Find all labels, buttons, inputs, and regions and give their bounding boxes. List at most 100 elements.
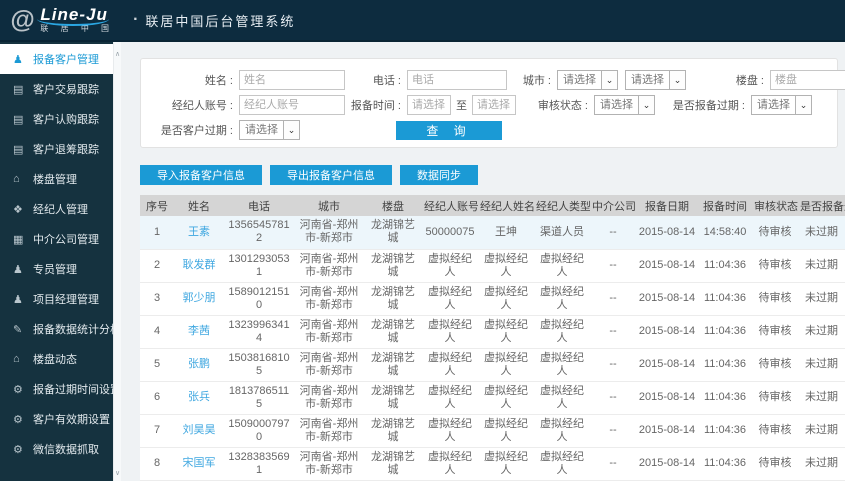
city-select-1[interactable]: 请选择 ⌄ xyxy=(557,70,618,90)
city-select-2[interactable]: 请选择 ⌄ xyxy=(625,70,686,90)
table-cell: 2015-08-14 xyxy=(636,282,698,316)
sidebar-item-2[interactable]: ▤ 客户交易跟踪 xyxy=(0,74,113,104)
import-report-customers-button[interactable]: 导入报备客户信息 xyxy=(140,165,262,185)
sidebar-item-13[interactable]: ⚙ 客户有效期设置 xyxy=(0,404,113,434)
search-button[interactable]: 查 询 xyxy=(396,120,502,140)
sidebar-item-label: 报备数据统计分析 xyxy=(33,324,121,336)
name-input[interactable] xyxy=(239,70,345,90)
sidebar-item-7[interactable]: ▦ 中介公司管理 xyxy=(0,224,113,254)
agent-account-label: 经纪人账号 : xyxy=(171,100,233,112)
sidebar-item-label: 客户认购跟踪 xyxy=(33,114,99,126)
cell-name: 李茜 xyxy=(174,315,224,349)
table-cell: 虚拟经纪人 xyxy=(534,447,590,481)
sidebar-item-3[interactable]: ▤ 客户认购跟踪 xyxy=(0,104,113,134)
sidebar-item-label: 经纪人管理 xyxy=(33,204,88,216)
table-cell: 待审核 xyxy=(752,381,798,415)
sidebar-item-5[interactable]: ⌂ 楼盘管理 xyxy=(0,164,113,194)
sidebar-item-1[interactable]: ♟ 报备客户管理 xyxy=(0,44,113,74)
table-cell: 未过期 xyxy=(798,216,845,250)
sidebar-item-6[interactable]: ❖ 经纪人管理 xyxy=(0,194,113,224)
phone-input[interactable] xyxy=(407,70,507,90)
chevron-down-icon: ⌄ xyxy=(638,96,654,114)
customer-name-link[interactable]: 李茜 xyxy=(188,325,210,337)
report-time-from-input[interactable] xyxy=(407,95,451,115)
sidebar-item-11[interactable]: ⌂ 楼盘动态 xyxy=(0,344,113,374)
sidebar-item-label: 报备过期时间设置 xyxy=(33,384,121,396)
search-row-1: 姓名 : 电话 : 城市 : 请选择 ⌄ 请选择 ⌄ 楼盘 : xyxy=(151,69,845,91)
table-cell: 虚拟经纪人 xyxy=(478,447,534,481)
audit-status-select[interactable]: 请选择 ⌄ xyxy=(594,95,655,115)
sidebar-item-label: 报备客户管理 xyxy=(33,54,99,66)
table-cell: 11:04:36 xyxy=(698,381,752,415)
user-icon: ♟ xyxy=(13,53,23,66)
sidebar-item-12[interactable]: ⚙ 报备过期时间设置 xyxy=(0,374,121,404)
city-select-1-value: 请选择 xyxy=(563,74,596,86)
sidebar-item-10[interactable]: ✎ 报备数据统计分析 xyxy=(0,314,121,344)
sidebar-item-label: 客户有效期设置 xyxy=(33,414,110,426)
report-time-label: 报备时间 : xyxy=(350,100,401,112)
sidebar-item-8[interactable]: ♟ 专员管理 xyxy=(0,254,113,284)
search-row-3: 是否客户过期 : 请选择 ⌄ 查 询 xyxy=(151,119,827,141)
table-cell: 待审核 xyxy=(752,315,798,349)
table-cell: 虚拟经纪人 xyxy=(534,381,590,415)
sidebar-scrollbar[interactable]: ∧ ∨ xyxy=(113,42,121,481)
table-cell: 1 xyxy=(140,216,174,250)
customer-expired-value: 请选择 xyxy=(245,124,278,136)
loupan-input[interactable] xyxy=(770,70,845,90)
documents-icon: ▤ xyxy=(13,113,24,126)
customer-expired-select[interactable]: 请选择 ⌄ xyxy=(239,120,300,140)
table-cell: 虚拟经纪人 xyxy=(422,414,478,448)
sidebar-item-label: 微信数据抓取 xyxy=(33,444,99,456)
table-cell: 河南省-郑州市-新郑市 xyxy=(294,381,364,415)
table-cell: 河南省-郑州市-新郑市 xyxy=(294,348,364,382)
audit-status-value: 请选择 xyxy=(600,99,633,111)
customer-name-link[interactable]: 耿发群 xyxy=(183,259,216,271)
customer-name-link[interactable]: 刘昊昊 xyxy=(183,424,216,436)
sidebar-item-label: 项目经理管理 xyxy=(33,294,99,306)
table-cell: 待审核 xyxy=(752,348,798,382)
column-header: 报备日期 xyxy=(636,195,698,216)
table-cell: 13012930531 xyxy=(224,249,294,283)
export-report-customers-button[interactable]: 导出报备客户信息 xyxy=(270,165,392,185)
sidebar-item-14[interactable]: ⚙ 微信数据抓取 xyxy=(0,434,113,464)
table-cell: 11:04:36 xyxy=(698,447,752,481)
table-cell: 龙湖锦艺城 xyxy=(364,249,422,283)
tag-icon: ❖ xyxy=(13,203,23,216)
data-sync-button[interactable]: 数据同步 xyxy=(400,165,478,185)
cell-name: 张鹏 xyxy=(174,348,224,382)
table-cell: 虚拟经纪人 xyxy=(422,447,478,481)
report-expired-label: 是否报备过期 : xyxy=(672,100,745,112)
agent-account-input[interactable] xyxy=(239,95,345,115)
report-time-to-input[interactable] xyxy=(472,95,516,115)
customer-name-link[interactable]: 宋国军 xyxy=(183,457,216,469)
scroll-down-icon[interactable]: ∨ xyxy=(114,469,121,477)
column-header: 电话 xyxy=(224,195,294,216)
table-row: 1 王素 13565457812 河南省-郑州市-新郑市 龙湖锦艺城 50000075 王坤… xyxy=(140,216,845,250)
table-cell: 未过期 xyxy=(798,414,845,448)
chart-icon: ✎ xyxy=(13,323,23,336)
sidebar-menu: ♟ 报备客户管理 ▤ 客户交易跟踪 ▤ 客户认购跟踪 ▤ 客户退筹跟踪 ⌂ 楼盘管理 ❖ 经纪人管理 ▦… xyxy=(0,42,121,481)
table-cell: 未过期 xyxy=(798,381,845,415)
table-cell: 虚拟经纪人 xyxy=(478,315,534,349)
customer-name-link[interactable]: 张兵 xyxy=(188,391,210,403)
customer-name-link[interactable]: 张鹏 xyxy=(188,358,210,370)
table-cell: 7 xyxy=(140,414,174,448)
customer-name-link[interactable]: 郭少朋 xyxy=(183,292,216,304)
table-row: 7 刘昊昊 15090007970 河南省-郑州市-新郑市 龙湖锦艺城 虚拟经纪人 虚拟经纪… xyxy=(140,414,845,448)
scroll-up-icon[interactable]: ∧ xyxy=(114,50,121,58)
table-cell: 未过期 xyxy=(798,348,845,382)
table-cell: -- xyxy=(590,414,636,448)
report-expired-select[interactable]: 请选择 ⌄ xyxy=(751,95,812,115)
sidebar-item-9[interactable]: ♟ 项目经理管理 xyxy=(0,284,113,314)
table-cell: 龙湖锦艺城 xyxy=(364,447,422,481)
sidebar-item-label: 楼盘动态 xyxy=(33,354,77,366)
table-cell: 50000075 xyxy=(422,216,478,250)
column-header: 经纪人姓名 xyxy=(478,195,534,216)
customer-name-link[interactable]: 王素 xyxy=(188,226,210,238)
column-header: 姓名 xyxy=(174,195,224,216)
table-cell: 未过期 xyxy=(798,315,845,349)
customer-expired-label: 是否客户过期 : xyxy=(160,125,233,137)
sidebar-item-4[interactable]: ▤ 客户退筹跟踪 xyxy=(0,134,113,164)
table-cell: 11:04:36 xyxy=(698,282,752,316)
table-cell: 河南省-郑州市-新郑市 xyxy=(294,447,364,481)
